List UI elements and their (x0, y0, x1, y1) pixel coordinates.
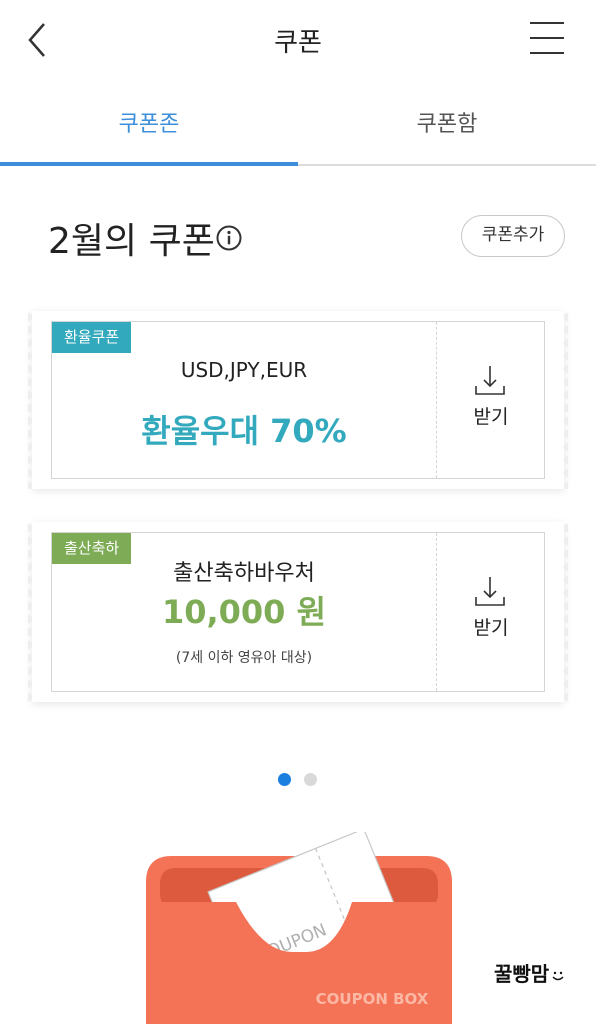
page-dot[interactable] (304, 773, 317, 786)
receive-label: 받기 (473, 406, 509, 428)
coupon-box-label: COUPON BOX (316, 990, 429, 1008)
download-icon (475, 577, 505, 606)
coupon-subtitle: USD,JPY,EUR (180, 358, 308, 382)
active-tab-indicator (0, 162, 298, 166)
tab-coupon-box[interactable]: 쿠폰함 (298, 106, 596, 138)
receive-coupon-button[interactable]: 받기 (437, 322, 545, 478)
tab-bar: 쿠폰존 쿠폰함 (0, 92, 596, 166)
hamburger-menu-icon[interactable] (530, 20, 570, 56)
smile-icon (552, 971, 564, 980)
download-icon (475, 366, 505, 395)
coupon-value: 10,000 원 (161, 593, 327, 631)
coupon-note: (7세 이하 영유아 대상) (175, 650, 313, 666)
header: 쿠폰 (0, 0, 596, 80)
section-title: 2월의 쿠폰 (48, 221, 215, 262)
pagination-dots (278, 773, 322, 787)
info-icon[interactable] (216, 225, 242, 251)
coupon-value: 환율우대 70% (141, 412, 347, 450)
coupon-tag: 환율쿠폰 (52, 322, 132, 353)
tab-coupon-zone[interactable]: 쿠폰존 (0, 106, 298, 138)
receive-coupon-button[interactable]: 받기 (437, 533, 545, 691)
coupon-box-illustration: COUPON COUPON BOX (146, 832, 452, 1024)
brand-logo: 꿀빵맘 (494, 958, 565, 987)
add-coupon-button[interactable]: 쿠폰추가 (461, 215, 565, 257)
coupon-card-exchange: 환율쿠폰 USD,JPY,EUR 환율우대 70% 받기 (28, 311, 568, 489)
page-title: 쿠폰 (274, 28, 322, 58)
coupon-subtitle: 출산축하바우처 (173, 561, 315, 586)
coupon-card-birth: 출산축하 출산축하바우처 10,000 원 (7세 이하 영유아 대상) 받기 (28, 522, 568, 702)
page-dot-active[interactable] (278, 773, 291, 786)
receive-label: 받기 (473, 617, 509, 639)
